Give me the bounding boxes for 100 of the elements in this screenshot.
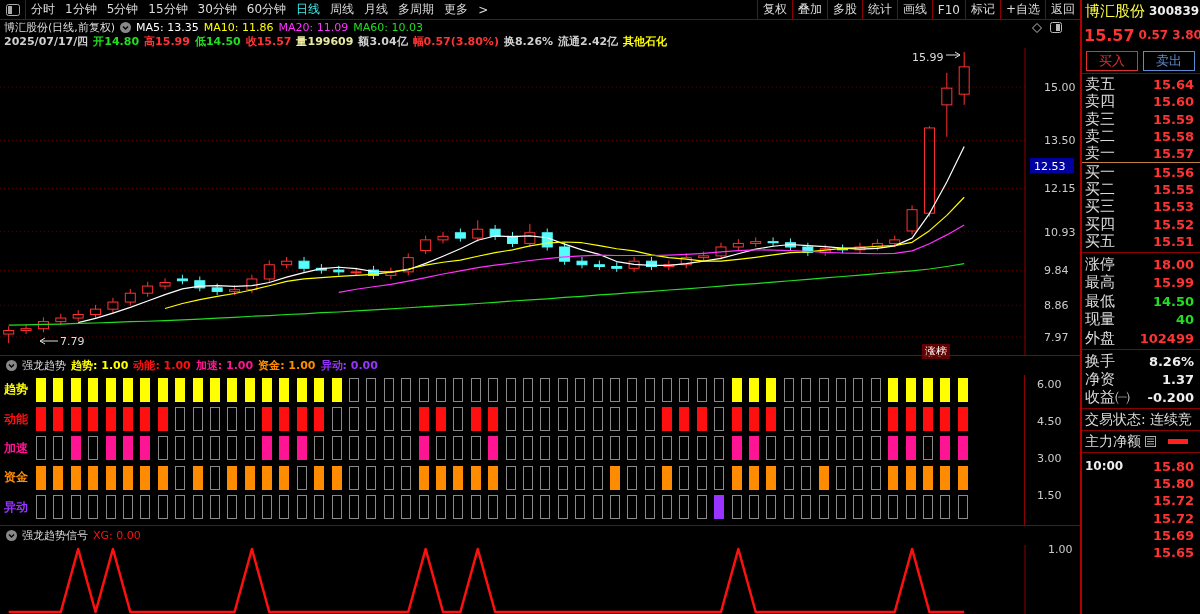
- order-price: 15.53: [1152, 199, 1194, 215]
- toolbar-button[interactable]: 多股: [826, 0, 862, 19]
- stat-value: 40: [1175, 312, 1194, 328]
- candlestick: [958, 51, 970, 106]
- candlestick: [420, 235, 432, 255]
- stock-code: 300839: [1149, 4, 1200, 18]
- order-price: 15.58: [1152, 129, 1194, 145]
- indicator-value: 异动: 0.00: [320, 358, 378, 373]
- diamond-icon[interactable]: [1032, 22, 1042, 33]
- collapse-icon[interactable]: [6, 530, 17, 541]
- toolbar-button[interactable]: 叠加: [791, 0, 827, 19]
- list-icon[interactable]: [1145, 436, 1156, 448]
- arrow-icon: [945, 51, 961, 59]
- order-label: 买一: [1085, 162, 1115, 182]
- candlestick: [211, 283, 223, 296]
- tick-price: 15.72: [1152, 493, 1194, 509]
- more-arrow[interactable]: >: [473, 2, 494, 17]
- order-price: 15.55: [1152, 181, 1194, 197]
- toolbar-button[interactable]: +自选: [999, 0, 1045, 19]
- period-tab[interactable]: 月线: [359, 1, 394, 18]
- order-price: 15.56: [1152, 164, 1194, 180]
- axis-label: 4.50: [1036, 415, 1063, 430]
- panel-icon[interactable]: [5, 3, 20, 16]
- quote-value: 幅0.57(3.80%): [412, 33, 499, 49]
- collapse-icon[interactable]: [120, 21, 132, 33]
- stat-value: -0.200: [1147, 389, 1194, 405]
- high-price-label: 15.99: [912, 51, 944, 64]
- toolbar-button[interactable]: 画线: [896, 0, 932, 19]
- order-label: 卖三: [1085, 109, 1115, 128]
- flow-label: 主力净额: [1085, 432, 1141, 451]
- stock-name: 博汇股份: [1085, 1, 1145, 21]
- stat-label: 净资: [1085, 369, 1115, 389]
- candlestick: [854, 242, 866, 254]
- period-tab[interactable]: 60分钟: [241, 1, 292, 18]
- candlestick: [524, 223, 536, 248]
- panel-icon[interactable]: [1050, 22, 1062, 33]
- indicator-value: 加速: 1.00: [195, 358, 254, 373]
- axis-label: 3.00: [1036, 452, 1063, 467]
- stat-label: 涨停: [1085, 254, 1115, 274]
- candlestick: [472, 219, 484, 243]
- quote-value: 量199609: [296, 33, 354, 49]
- row-label: 加速: [3, 439, 29, 457]
- stat-label: 最高: [1085, 273, 1115, 293]
- sell-button[interactable]: 卖出: [1143, 50, 1195, 71]
- stat-value: 14.50: [1152, 293, 1194, 309]
- ma-value: MA10: 11.86: [203, 20, 274, 34]
- candlestick: [646, 256, 657, 271]
- period-tab[interactable]: 更多: [439, 1, 474, 18]
- candlestick: [576, 256, 588, 269]
- candlestick: [802, 242, 814, 257]
- candlestick: [663, 260, 675, 271]
- buy-button[interactable]: 买入: [1086, 50, 1138, 71]
- candlestick: [55, 313, 67, 326]
- tick-price: 15.72: [1152, 510, 1194, 526]
- order-price: 15.59: [1152, 111, 1194, 127]
- candlestick: [715, 242, 727, 260]
- period-tab[interactable]: 5分钟: [101, 1, 144, 18]
- candlestick: [333, 265, 345, 276]
- indicator-title: 强龙趋势: [22, 358, 66, 373]
- candlestick: [489, 224, 501, 241]
- order-price: 15.51: [1152, 233, 1194, 249]
- toolbar-button[interactable]: 复权: [756, 0, 792, 19]
- candlestick: [90, 304, 102, 319]
- candlestick: [246, 274, 258, 294]
- toolbar-button[interactable]: 返回: [1045, 0, 1080, 19]
- candlestick: [767, 236, 779, 247]
- indicator-value: XG: 0.00: [93, 529, 141, 542]
- candlestick: [732, 238, 744, 252]
- candlestick: [3, 325, 15, 344]
- period-tab[interactable]: 15分钟: [143, 1, 193, 18]
- stat-value: 102499: [1139, 330, 1194, 346]
- axis-label: 1.50: [1036, 489, 1063, 504]
- candlestick: [698, 251, 710, 262]
- period-tab[interactable]: 30分钟: [192, 1, 242, 18]
- period-tab[interactable]: 周线: [325, 1, 360, 18]
- tick-price: 15.80: [1152, 475, 1194, 491]
- candlestick: [437, 231, 449, 244]
- quote-value: 其他石化: [623, 33, 668, 49]
- tick-time: 10:00: [1085, 459, 1125, 474]
- period-tab[interactable]: 多周期: [393, 1, 440, 18]
- period-tab[interactable]: 1分钟: [60, 1, 102, 18]
- period-tab[interactable]: 分时: [26, 1, 60, 18]
- candlestick: [941, 72, 953, 138]
- collapse-icon[interactable]: [6, 360, 17, 371]
- candlestick: [507, 231, 518, 248]
- order-label: 卖一: [1085, 144, 1115, 164]
- axis-label: 1.00: [1048, 545, 1073, 556]
- candlestick: [37, 316, 49, 333]
- toolbar-button[interactable]: 标记: [964, 0, 1000, 19]
- candlestick: [837, 244, 849, 254]
- candlestick: [124, 288, 136, 307]
- candlestick: [541, 228, 553, 252]
- toolbar-button[interactable]: 统计: [861, 0, 897, 19]
- stat-label: 最低: [1085, 291, 1115, 311]
- row-label: 异动: [3, 498, 29, 516]
- candlestick: [784, 237, 796, 252]
- toolbar-button[interactable]: F10: [931, 0, 965, 19]
- quote-value: 2025/07/17/四: [4, 33, 89, 49]
- period-tab[interactable]: 日线: [291, 1, 326, 18]
- candlestick: [263, 260, 275, 283]
